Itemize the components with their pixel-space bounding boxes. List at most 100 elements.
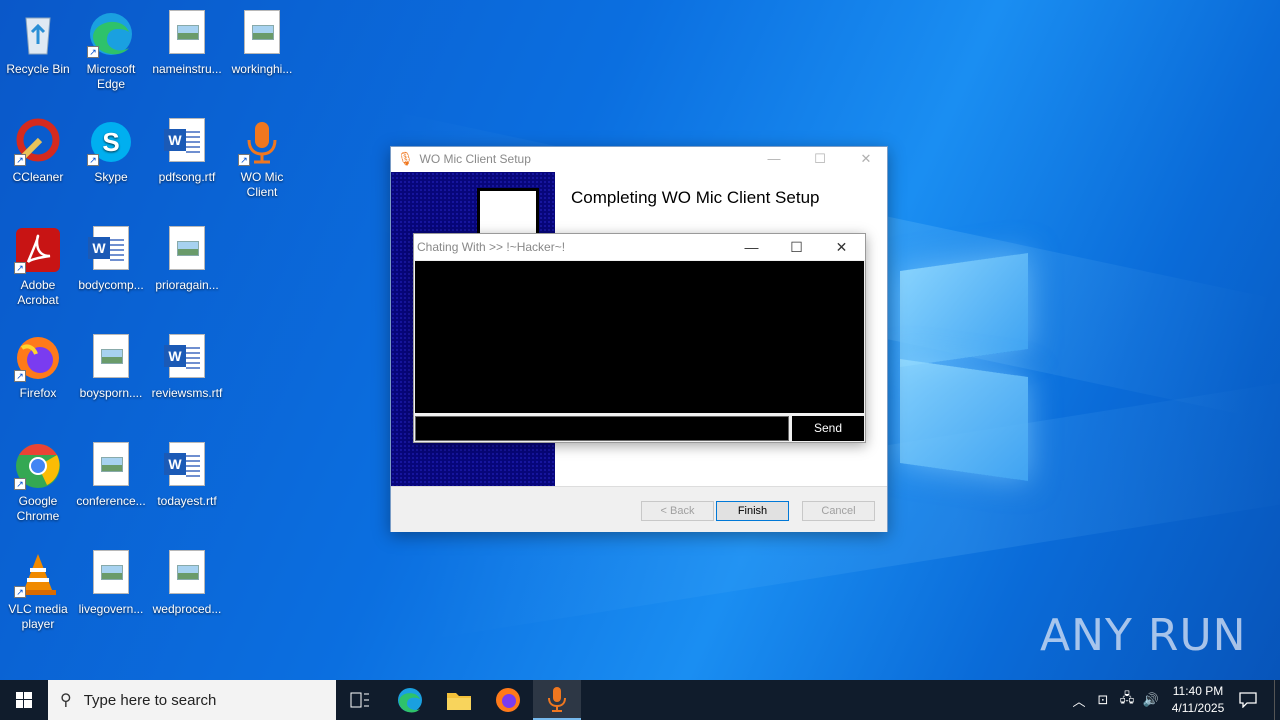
microphone-icon: ↗ [238,118,286,166]
image-file-icon [163,10,211,58]
send-button[interactable]: Send [792,416,864,441]
icon-label: Adobe Acrobat [17,278,59,307]
taskbar-edge[interactable] [386,680,434,720]
taskbar-wo-mic[interactable] [533,680,581,720]
desktop-icon-bodycomp[interactable]: W bodycomp... [73,220,149,293]
firefox-icon [496,688,520,712]
desktop-icon-workinghi[interactable]: workinghi... [224,4,300,77]
skype-icon: S ↗ [87,118,135,166]
setup-heading: Completing WO Mic Client Setup [571,188,820,207]
image-file-icon [87,442,135,490]
chevron-up-icon: ︿ [1072,693,1086,709]
finish-button[interactable]: Finish [716,501,789,521]
close-button[interactable]: ✕ [819,234,864,260]
image-file-icon [163,226,211,274]
icon-label: CCleaner [12,170,64,184]
word-document-icon: W [163,334,211,382]
tray-device-icon[interactable]: ⊡ [1092,680,1114,720]
notification-center-button[interactable] [1234,680,1262,720]
chat-message-log[interactable] [415,261,864,413]
icon-label: boysporn.... [79,386,143,400]
start-button[interactable] [0,680,48,720]
word-document-icon: W [163,118,211,166]
desktop-icon-recycle-bin[interactable]: Recycle Bin [0,4,76,77]
taskbar-firefox[interactable] [484,680,532,720]
chat-window[interactable]: Chating With >> !~Hacker~! — ☐ ✕ Send [413,233,866,443]
firefox-icon: ↗ [14,334,62,382]
taskbar-clock[interactable]: 11:40 PM 4/11/2025 [1160,683,1236,717]
icon-label: WO Mic Client [240,170,284,199]
icon-label: Skype [94,170,128,184]
back-button[interactable]: < Back [641,501,714,521]
desktop-icon-skype[interactable]: S ↗ Skype [73,112,149,185]
desktop-icon-adobe-acrobat[interactable]: ↗ Adobe Acrobat [0,220,76,308]
chat-window-title: Chating With >> !~Hacker~! [417,240,566,254]
icon-label: Firefox [19,386,57,400]
taskbar-search-box[interactable]: ⚲ Type here to search [48,680,336,720]
edge-icon: ↗ [87,10,135,58]
icon-label: VLC media player [8,602,68,631]
desktop-icon-google-chrome[interactable]: ↗ Google Chrome [0,436,76,524]
vlc-icon: ↗ [14,550,62,598]
anyrun-watermark: ANY RUN [1040,610,1247,661]
windows-logo-wallpaper [890,240,1030,481]
setup-window-title: WO Mic Client Setup [419,152,531,166]
taskbar-file-explorer[interactable] [435,680,483,720]
setup-footer: < Back Finish Cancel [391,486,887,532]
volume-icon[interactable]: 🔊 [1140,680,1162,720]
wo-mic-icon [548,687,566,712]
desktop-icon-microsoft-edge[interactable]: ↗ Microsoft Edge [73,4,149,92]
desktop-icon-conference[interactable]: conference... [73,436,149,509]
maximize-button[interactable]: ☐ [797,147,843,171]
notification-icon [1239,692,1257,708]
desktop-icon-todayest[interactable]: W todayest.rtf [149,436,225,509]
icon-label: conference... [76,494,146,508]
desktop-icon-boysporn[interactable]: boysporn.... [73,328,149,401]
search-icon: ⚲ [60,692,72,709]
desktop-icon-firefox[interactable]: ↗ Firefox [0,328,76,401]
chat-input[interactable] [415,416,789,441]
show-desktop-button[interactable] [1274,680,1275,720]
recycle-bin-icon [14,10,62,58]
task-view-icon [350,692,369,708]
image-file-icon [163,550,211,598]
task-view-button[interactable] [336,680,384,720]
show-hidden-icons-button[interactable]: ︿ [1068,680,1090,720]
desktop-icon-reviewsms[interactable]: W reviewsms.rtf [149,328,225,401]
icon-label: bodycomp... [78,278,144,292]
icon-label: todayest.rtf [157,494,217,508]
taskbar: ⚲ Type here to search ︿ ⊡ 🖧 🔊 11:40 PM 4… [0,680,1280,720]
desktop-icon-livegovern[interactable]: livegovern... [73,544,149,617]
desktop-icon-pdfsong[interactable]: W pdfsong.rtf [149,112,225,185]
network-icon[interactable]: 🖧 [1116,680,1138,720]
desktop-icon-nameinstru[interactable]: nameinstru... [149,4,225,77]
close-button[interactable]: ✕ [843,147,889,171]
word-document-icon: W [87,226,135,274]
icon-label: Google Chrome [16,494,60,523]
desktop-icon-ccleaner[interactable]: ↗ CCleaner [0,112,76,185]
desktop-icon-prioragain[interactable]: prioragain... [149,220,225,293]
icon-label: Recycle Bin [6,62,70,76]
minimize-button[interactable]: — [751,147,797,171]
icon-label: prioragain... [155,278,219,292]
icon-label: Microsoft Edge [86,62,136,91]
image-file-icon [87,334,135,382]
search-placeholder: Type here to search [83,691,217,709]
file-explorer-icon [447,693,471,710]
icon-label: wedproced... [152,602,222,616]
svg-text:S: S [102,127,119,157]
minimize-button[interactable]: — [729,234,774,260]
icon-label: pdfsong.rtf [158,170,216,184]
clock-time: 11:40 PM [1172,684,1224,698]
word-document-icon: W [163,442,211,490]
maximize-button[interactable]: ☐ [774,234,819,260]
clock-date: 4/11/2025 [1171,701,1225,715]
desktop-icon-vlc[interactable]: ↗ VLC media player [0,544,76,632]
desktop-icon-wo-mic-client[interactable]: ↗ WO Mic Client [224,112,300,200]
image-file-icon [87,550,135,598]
cancel-button[interactable]: Cancel [802,501,875,521]
desktop-icon-wedproced[interactable]: wedproced... [149,544,225,617]
adobe-acrobat-icon: ↗ [14,226,62,274]
chrome-icon: ↗ [14,442,62,490]
windows-icon [16,692,32,708]
